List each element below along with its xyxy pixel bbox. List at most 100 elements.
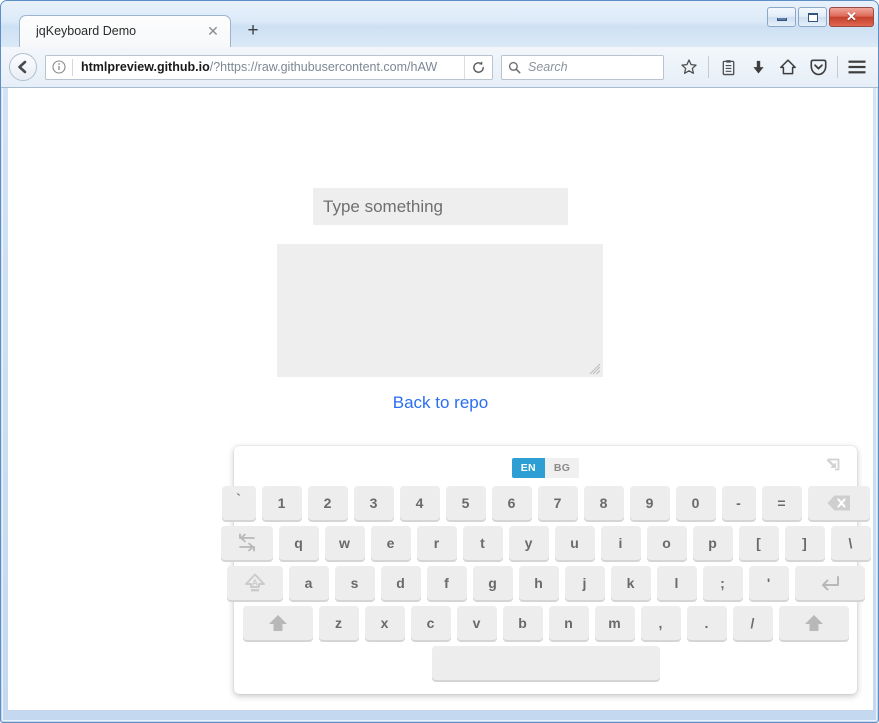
back-to-repo-link[interactable]: Back to repo — [8, 393, 873, 413]
tab-jqkeyboard-demo[interactable]: jqKeyboard Demo ✕ — [19, 15, 231, 47]
key-k-label: k — [626, 575, 635, 591]
key-s[interactable]: s — [334, 566, 375, 600]
key-l[interactable]: l — [656, 566, 697, 600]
key-o[interactable]: o — [646, 526, 687, 560]
key-i-label: i — [618, 535, 623, 551]
key-n[interactable]: n — [548, 606, 589, 640]
key-x[interactable]: x — [364, 606, 405, 640]
key-k[interactable]: k — [610, 566, 651, 600]
key-4[interactable]: 4 — [399, 486, 440, 520]
key-slash[interactable]: / — [732, 606, 773, 640]
key-period[interactable]: . — [686, 606, 727, 640]
key-6-label: 6 — [507, 495, 516, 511]
search-bar[interactable]: Search — [501, 54, 664, 80]
key-capslock[interactable]: A — [226, 566, 283, 600]
demo-textarea[interactable] — [277, 244, 603, 377]
key-shift-left[interactable] — [242, 606, 313, 640]
key-equals[interactable]: = — [761, 486, 802, 520]
tab-title: jqKeyboard Demo — [36, 23, 137, 38]
key-v-label: v — [472, 615, 481, 631]
key-3-label: 3 — [369, 495, 378, 511]
key-h[interactable]: h — [518, 566, 559, 600]
toolbar-icons — [674, 53, 872, 81]
search-input-placeholder[interactable]: Search — [528, 60, 568, 74]
key-backslash[interactable]: \ — [830, 526, 871, 560]
demo-page: Back to repo EN BG — [8, 88, 873, 710]
top-letter-row: q w e r t y u i o p [] \ — [220, 526, 871, 560]
key-comma[interactable]: , — [640, 606, 681, 640]
key-i[interactable]: i — [600, 526, 641, 560]
key-7[interactable]: 7 — [537, 486, 578, 520]
home-row: Aa s d f g h j k l; ' — [226, 566, 865, 600]
key-1[interactable]: 1 — [261, 486, 302, 520]
minimize-keyboard-button[interactable] — [823, 456, 843, 476]
language-button-en[interactable]: EN — [511, 458, 545, 478]
key-y[interactable]: y — [508, 526, 549, 560]
key-enter[interactable] — [794, 566, 865, 600]
key-l-label: l — [674, 575, 679, 591]
key-tab[interactable] — [220, 526, 273, 560]
key-bracket-left[interactable]: [ — [738, 526, 779, 560]
library-button[interactable] — [713, 53, 743, 81]
key-b[interactable]: b — [502, 606, 543, 640]
keyboard-header: EN BG — [248, 458, 843, 478]
key-u[interactable]: u — [554, 526, 595, 560]
bookmark-button[interactable] — [674, 53, 704, 81]
key-y-label: y — [524, 535, 533, 551]
key-q[interactable]: q — [278, 526, 319, 560]
key-5[interactable]: 5 — [445, 486, 486, 520]
toolbar-divider-2 — [837, 56, 838, 78]
key-6[interactable]: 6 — [491, 486, 532, 520]
key-j-label: j — [582, 575, 587, 591]
key-semicolon[interactable]: ; — [702, 566, 743, 600]
key-c[interactable]: c — [410, 606, 451, 640]
new-tab-button[interactable]: + — [239, 18, 267, 44]
key-space[interactable] — [431, 646, 660, 680]
demo-text-input[interactable] — [313, 188, 568, 225]
url-path: /?https://raw.githubusercontent.com/hAW — [209, 59, 438, 74]
key-8[interactable]: 8 — [583, 486, 624, 520]
key-bracket-right[interactable]: ] — [784, 526, 825, 560]
key-bracket-right-label: ] — [802, 535, 807, 551]
pocket-icon — [809, 58, 827, 75]
key-z[interactable]: z — [318, 606, 359, 640]
key-d[interactable]: d — [380, 566, 421, 600]
key-2[interactable]: 2 — [307, 486, 348, 520]
menu-button[interactable] — [842, 53, 872, 81]
key-m[interactable]: m — [594, 606, 635, 640]
key-z-label: z — [335, 615, 342, 631]
key-g[interactable]: g — [472, 566, 513, 600]
page-info-icon[interactable] — [46, 56, 72, 79]
key-a[interactable]: a — [288, 566, 329, 600]
key-backtick[interactable]: ` — [221, 486, 256, 520]
key-minus[interactable]: - — [721, 486, 756, 520]
key-j[interactable]: j — [564, 566, 605, 600]
key-f[interactable]: f — [426, 566, 467, 600]
key-backspace[interactable] — [807, 486, 870, 520]
key-r[interactable]: r — [416, 526, 457, 560]
key-0[interactable]: 0 — [675, 486, 716, 520]
key-shift-right[interactable] — [778, 606, 849, 640]
tab-close-icon[interactable]: ✕ — [204, 23, 222, 41]
reload-button[interactable] — [464, 55, 492, 79]
key-t[interactable]: t — [462, 526, 503, 560]
back-button[interactable] — [9, 53, 37, 81]
url-text[interactable]: htmlpreview.github.io/?https://raw.githu… — [73, 60, 464, 75]
pocket-button[interactable] — [803, 53, 833, 81]
key-apostrophe[interactable]: ' — [748, 566, 789, 600]
key-3[interactable]: 3 — [353, 486, 394, 520]
downloads-button[interactable] — [743, 53, 773, 81]
key-o-label: o — [662, 535, 671, 551]
content-viewport: Back to repo EN BG — [8, 88, 873, 710]
key-9[interactable]: 9 — [629, 486, 670, 520]
key-v[interactable]: v — [456, 606, 497, 640]
key-e[interactable]: e — [370, 526, 411, 560]
key-x-label: x — [380, 615, 389, 631]
home-button[interactable] — [773, 53, 803, 81]
language-button-bg[interactable]: BG — [544, 458, 580, 478]
key-w[interactable]: w — [324, 526, 365, 560]
key-semicolon-label: ; — [720, 575, 725, 591]
key-e-label: e — [386, 535, 395, 551]
key-p[interactable]: p — [692, 526, 733, 560]
address-bar[interactable]: htmlpreview.github.io/?https://raw.githu… — [45, 54, 493, 80]
